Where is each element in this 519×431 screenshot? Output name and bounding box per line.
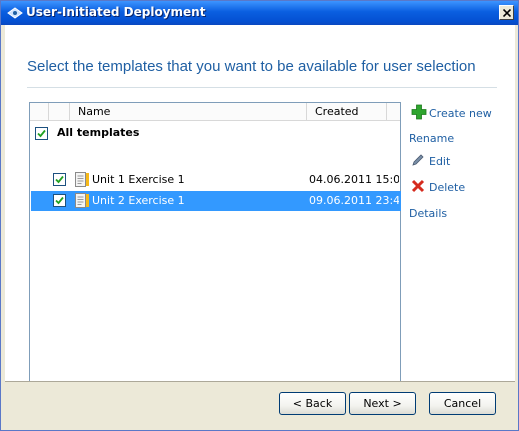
checkmark-icon [37, 129, 46, 138]
close-button[interactable] [499, 5, 514, 20]
template-document-icon [75, 193, 89, 208]
all-templates-label: All templates [57, 126, 140, 139]
templates-tree[interactable]: Name Created All templates Unit 1 Exerci… [29, 102, 401, 382]
template-created: 09.06.2011 23:41: [309, 194, 399, 207]
all-templates-checkbox[interactable] [35, 127, 48, 140]
deployment-app-icon [7, 7, 23, 19]
edit-label: Edit [429, 155, 451, 168]
column-divider[interactable] [306, 103, 307, 120]
heading-divider [27, 87, 497, 88]
template-row[interactable]: Unit 1 Exercise 1 04.06.2011 15:02: [31, 170, 401, 190]
create-new-label: Create new [429, 107, 492, 120]
cancel-button[interactable]: Cancel [429, 392, 496, 415]
rename-label: Rename [409, 132, 455, 145]
column-divider[interactable] [386, 103, 387, 120]
details-label: Details [409, 207, 448, 220]
title-bar[interactable]: User-Initiated Deployment [1, 1, 518, 25]
template-checkbox[interactable] [53, 173, 66, 186]
column-header-blank [30, 103, 49, 120]
column-header-check [49, 103, 70, 120]
column-header-name[interactable]: Name [78, 105, 110, 118]
wizard-content: Select the templates that you want to be… [5, 25, 515, 382]
template-name: Unit 2 Exercise 1 [92, 194, 185, 207]
dialog-window: User-Initiated Deployment Select the tem… [0, 0, 519, 431]
pencil-icon [412, 154, 424, 166]
column-header-row: Name Created [30, 103, 400, 121]
delete-x-icon [411, 179, 425, 193]
template-created: 04.06.2011 15:02: [309, 173, 399, 186]
page-heading: Select the templates that you want to be… [27, 58, 476, 75]
template-row-selected[interactable]: Unit 2 Exercise 1 09.06.2011 23:41: [31, 191, 401, 211]
close-icon [503, 9, 511, 17]
column-header-created[interactable]: Created [315, 105, 359, 118]
template-document-icon [75, 172, 89, 187]
footer-divider [5, 381, 515, 382]
plus-icon [411, 104, 427, 120]
checkmark-icon [55, 175, 64, 184]
template-name: Unit 1 Exercise 1 [92, 173, 185, 186]
window-title: User-Initiated Deployment [26, 5, 206, 19]
next-button[interactable]: Next > [349, 392, 416, 415]
checkmark-icon [55, 196, 64, 205]
delete-label: Delete [429, 181, 466, 194]
back-button[interactable]: < Back [279, 392, 346, 415]
template-checkbox[interactable] [53, 194, 66, 207]
